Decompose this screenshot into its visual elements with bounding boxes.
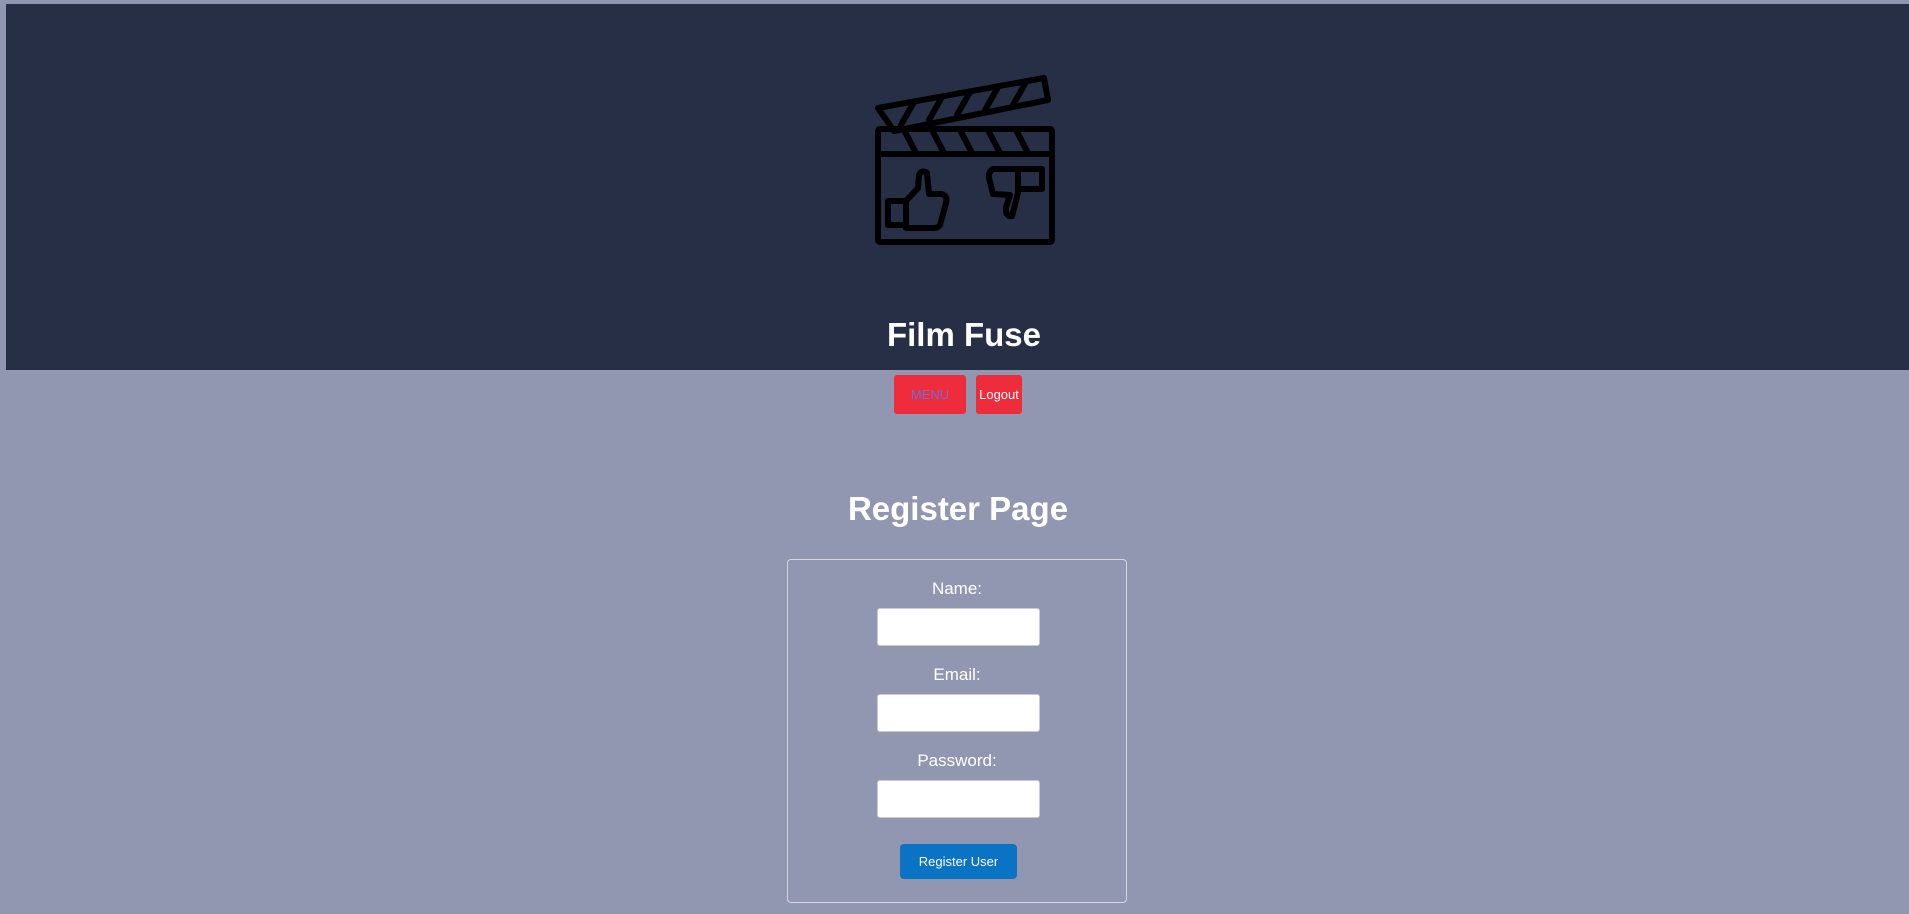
register-user-button[interactable]: Register User — [900, 844, 1017, 879]
site-title: Film Fuse — [886, 316, 1042, 353]
name-label: Name: — [931, 579, 983, 598]
site-header: Film Fuse — [6, 4, 1909, 370]
register-form: Name: Email: Password: Register User — [787, 559, 1127, 903]
logout-button[interactable]: Logout — [976, 375, 1022, 414]
nav-bar: MENU Logout — [894, 375, 1022, 414]
password-label: Password: — [917, 751, 997, 770]
page-title: Register Page — [847, 490, 1069, 527]
menu-button[interactable]: MENU — [894, 375, 966, 414]
name-field[interactable] — [877, 608, 1040, 646]
email-field[interactable] — [877, 694, 1040, 732]
email-label: Email: — [933, 665, 981, 684]
password-field[interactable] — [877, 780, 1040, 818]
clapperboard-thumbs-icon — [875, 75, 1055, 245]
